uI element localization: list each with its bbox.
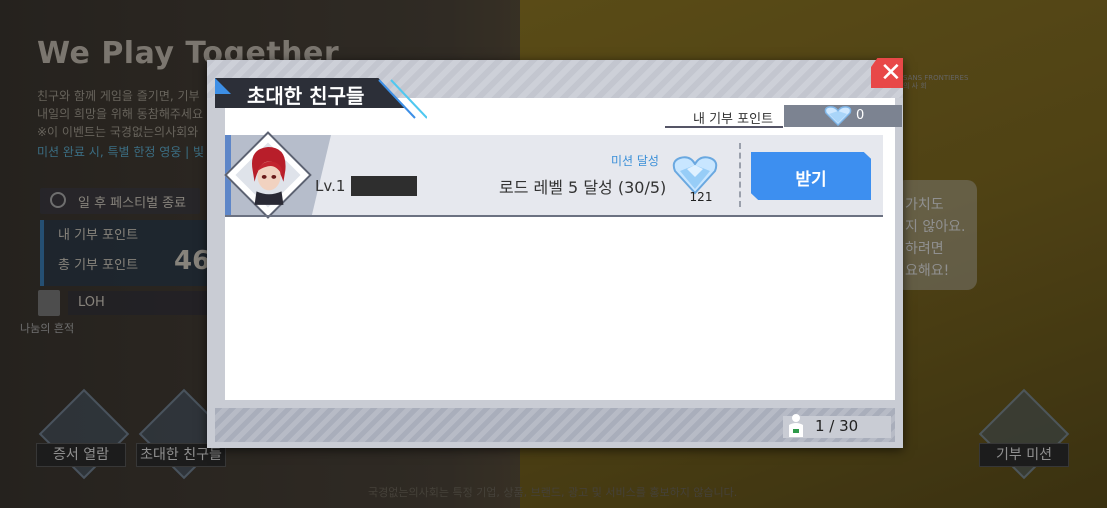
claim-button[interactable]: 받기 [751,152,871,200]
close-icon: ✕ [880,58,902,88]
claim-button-label: 받기 [795,170,827,190]
heart-gem-icon [824,106,852,126]
friend-avatar [251,147,286,205]
row-divider [739,143,741,207]
mission-status: 미션 달성 [611,154,659,168]
modal-content: 내 기부 포인트 0 Lv.1 미션 달성 로드 레벨 5 달성 (30/5) … [224,98,902,400]
title-decoration [378,79,427,119]
invited-friends-modal: 내 기부 포인트 0 Lv.1 미션 달성 로드 레벨 5 달성 (30/5) … [207,58,903,448]
modal-title: 초대한 친구들 [247,84,365,108]
my-points-value: 0 [856,108,865,123]
mission-description: 로드 레벨 5 달성 (30/5) [499,178,667,197]
my-points-label: 내 기부 포인트 [693,112,774,127]
close-button[interactable]: ✕ [871,58,903,88]
page-count: 1 / 30 [815,417,859,435]
friend-name-redacted [351,176,417,196]
row-separator [225,215,883,217]
my-points-box: 0 [784,105,902,127]
reward-count: 121 [689,190,713,204]
friend-row: Lv.1 미션 달성 로드 레벨 5 달성 (30/5) 121 받기 [224,131,883,219]
heart-gem-icon [672,156,718,195]
friend-level: Lv.1 [315,177,346,195]
modal-footer: 1 / 30 [215,408,895,442]
person-icon [789,414,803,437]
